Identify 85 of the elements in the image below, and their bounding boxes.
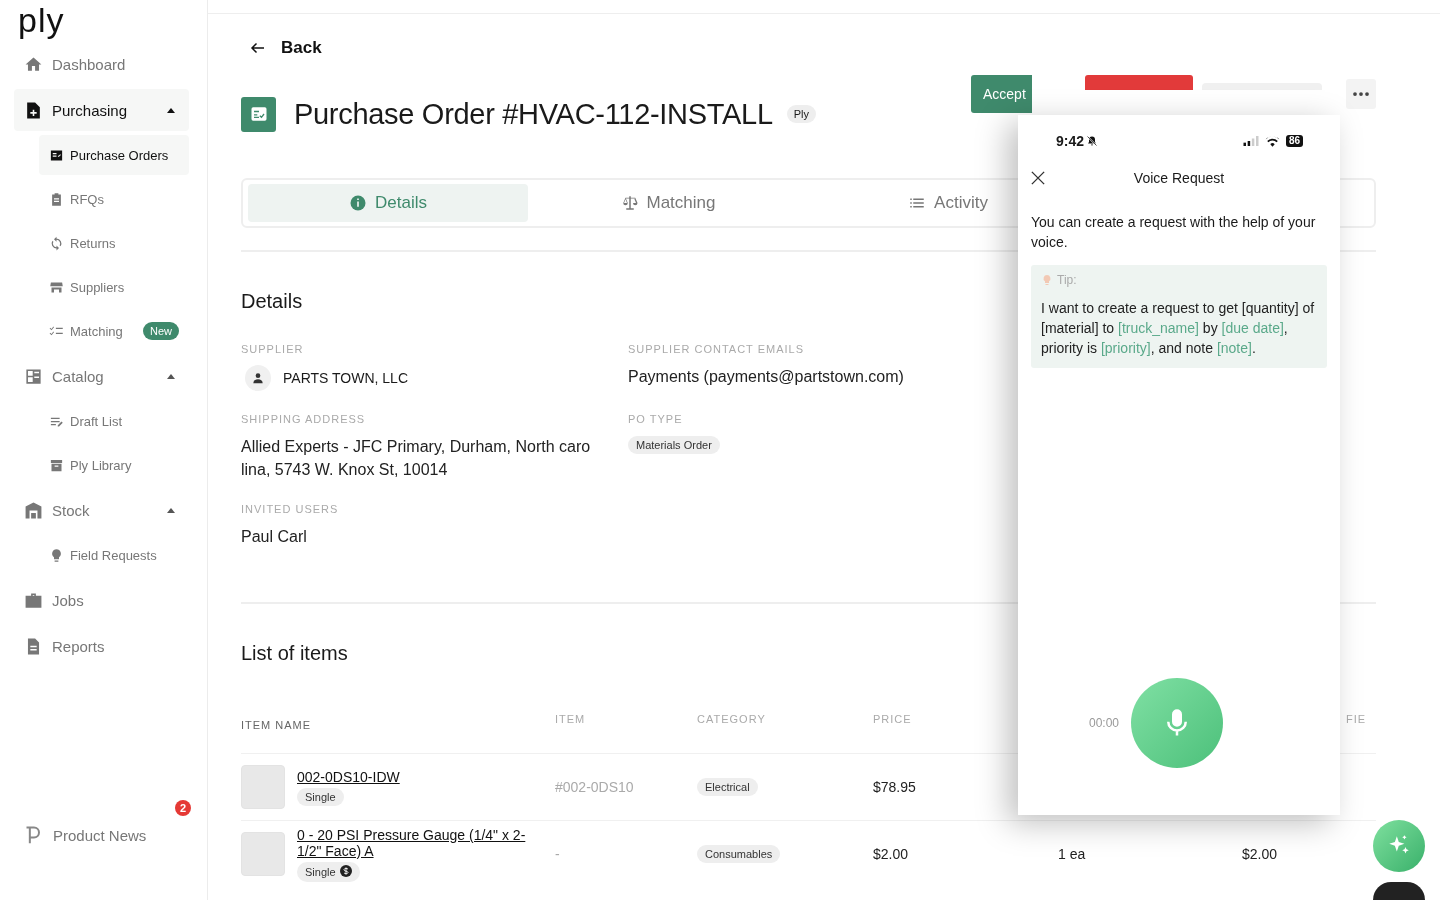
category-tag: Electrical (697, 778, 758, 796)
purchase-order-icon (241, 96, 276, 132)
warehouse-icon (24, 500, 43, 520)
sidebar-item[interactable]: Returns (39, 223, 189, 263)
file-plus-icon (24, 100, 43, 120)
source-tag: Ply (786, 105, 817, 123)
table-cell: $78.95 (873, 779, 916, 795)
category-tag: Consumables (697, 845, 781, 863)
supplier-name: PARTS TOWN, LLC (283, 370, 408, 386)
field-value: Paul Carl (241, 527, 308, 547)
more-button[interactable] (1346, 79, 1376, 109)
close-icon (1031, 171, 1045, 185)
tip-text: I want to create a request to get [quantity] of [material] to [truck_name] by [due date], priority is [priority], and note [note]. (1041, 299, 1316, 358)
field-label: PO TYPE (628, 413, 684, 425)
po-type-tag: Materials Order (628, 436, 720, 454)
bell-off-icon (1086, 135, 1099, 147)
field-value: Allied Experts - JFC Primary, Durham, North caro lina, 5743 W. Knox St, 10014 (241, 437, 592, 480)
scale-icon (620, 194, 639, 212)
wifi-icon (1264, 135, 1280, 147)
notification-count: 2 (175, 800, 191, 816)
product-link[interactable]: 0 - 20 PSI Pressure Gauge (1/4" x 2-1/2" Face) A (297, 826, 537, 859)
page-title: Purchase Order #HVAC-112-INSTALL (294, 97, 773, 131)
field-label: SHIPPING ADDRESS (241, 413, 367, 425)
tip-label: Tip: (1057, 273, 1077, 287)
avatar-icon (245, 365, 271, 391)
product-link[interactable]: 002-0DS10-IDW (297, 768, 537, 785)
sidebar-item[interactable]: Dashboard (14, 43, 189, 85)
dollar-icon (339, 864, 352, 879)
column-header: FIE (1346, 713, 1368, 727)
back-link[interactable]: Back (249, 38, 322, 58)
field-value: Payments (payments@partstown.com) (628, 367, 905, 387)
tab[interactable]: Matching (528, 184, 808, 222)
sidebar-item[interactable]: Catalog (14, 355, 189, 397)
sidebar-item[interactable]: RFQs (39, 179, 189, 219)
recording-timer: 00:00 (1089, 716, 1120, 730)
table-cell: $2.00 (873, 846, 909, 862)
info-icon (349, 194, 367, 212)
battery-level: 86 (1285, 135, 1303, 147)
archive-box-icon (49, 457, 64, 473)
column-header: ITEM (555, 713, 587, 727)
lightbulb-icon (1041, 273, 1053, 287)
sidebar-item[interactable]: Matching New (39, 311, 189, 351)
more-dots-icon (1352, 91, 1370, 97)
lightbulb-icon (49, 547, 64, 563)
panel-title: Voice Request (1132, 170, 1226, 186)
column-header: PRICE (873, 713, 913, 727)
column-header: CATEGORY (697, 713, 767, 727)
field-label: SUPPLIER (241, 343, 305, 355)
app-logo: ply (18, 0, 65, 40)
table-cell: #002-0DS10 (555, 779, 634, 795)
signal-icon (1242, 136, 1259, 146)
accept-button[interactable]: Accept (971, 75, 1032, 113)
sidebar-item[interactable]: Reports (14, 625, 189, 667)
product-photo (241, 832, 285, 876)
home-icon (24, 54, 43, 74)
type-tag: Single (297, 787, 344, 806)
ai-assistant-button[interactable] (1373, 820, 1425, 872)
section-heading: Details (241, 290, 303, 313)
product-photo (241, 765, 285, 809)
sidebar-item[interactable]: Purchase Orders (39, 135, 189, 175)
type-tag: Single (297, 861, 360, 882)
chat-button[interactable] (1373, 882, 1425, 900)
grid-icon (24, 366, 43, 386)
sidebar-item[interactable]: Jobs (14, 579, 189, 621)
field-label: SUPPLIER CONTACT EMAILS (628, 343, 806, 355)
column-header: ITEM NAME (241, 719, 313, 733)
sync-icon (49, 235, 64, 251)
table-cell: 1 ea (1058, 846, 1086, 862)
section-heading: List of items (241, 642, 348, 665)
sidebar-item[interactable]: Ply Library (39, 445, 189, 485)
table-cell: - (555, 846, 560, 862)
table-cell: $2.00 (1242, 846, 1278, 862)
intro-text: You can create a request with the help of your voice. (1031, 213, 1317, 252)
status-time: 9:42 (1056, 133, 1085, 149)
sidebar-item[interactable]: Stock (14, 489, 189, 531)
clipboard-icon (49, 191, 64, 207)
close-button[interactable] (1031, 171, 1045, 185)
field-label: INVITED USERS (241, 503, 340, 515)
sidebar-item[interactable]: Suppliers (39, 267, 189, 307)
sidebar-item[interactable]: Draft List (39, 401, 189, 441)
sidebar-item[interactable]: Purchasing (14, 89, 189, 131)
sidebar-item[interactable]: Field Requests (39, 535, 189, 575)
briefcase-icon (24, 590, 43, 610)
new-badge: New (143, 322, 179, 340)
tab[interactable]: Details (248, 184, 528, 222)
